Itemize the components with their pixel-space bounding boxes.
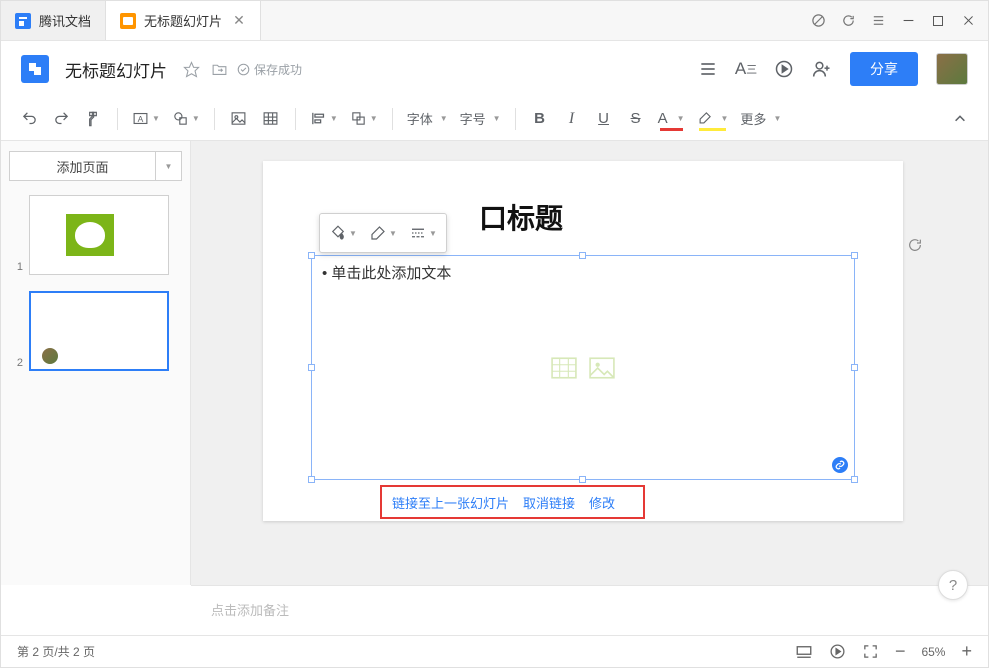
content-placeholder-icons xyxy=(551,357,615,379)
collaborator-avatar-icon xyxy=(41,347,59,365)
collapse-toolbar-button[interactable] xyxy=(946,104,974,134)
font-size-select[interactable]: 字号▼ xyxy=(456,104,505,134)
zoom-in-button[interactable]: + xyxy=(961,641,972,662)
star-icon[interactable] xyxy=(181,59,201,79)
add-page-dropdown[interactable]: ▼ xyxy=(156,151,182,181)
document-header: 无标题幻灯片 保存成功 A三 分享 xyxy=(1,41,988,97)
image-button[interactable] xyxy=(225,104,253,134)
slide-panel: 添加页面 ▼ 1 2 xyxy=(1,141,191,585)
minimize-icon[interactable] xyxy=(894,7,922,35)
notes-placeholder: 点击添加备注 xyxy=(211,603,289,618)
insert-table-icon xyxy=(551,357,577,379)
slide[interactable]: 单击此处添加口标题 ▼ ▼ ▼ • 单击此处添加文本 xyxy=(263,161,903,521)
play-icon[interactable] xyxy=(774,59,794,79)
textbox-button[interactable]: A▼ xyxy=(128,104,164,134)
thumb-number: 1 xyxy=(9,261,23,275)
italic-button[interactable]: I xyxy=(558,104,586,134)
bold-button[interactable]: B xyxy=(526,104,554,134)
thumbnail-image-icon xyxy=(66,214,114,256)
undo-button[interactable] xyxy=(15,104,43,134)
arrange-button[interactable]: ▼ xyxy=(346,104,382,134)
menu-icon[interactable] xyxy=(864,7,892,35)
insert-image-icon xyxy=(589,357,615,379)
strikethrough-button[interactable]: S xyxy=(622,104,650,134)
list-view-icon[interactable] xyxy=(698,59,718,79)
app-logo[interactable] xyxy=(21,55,49,83)
svg-text:A: A xyxy=(138,114,144,124)
underline-button[interactable]: U xyxy=(590,104,618,134)
hyperlink-badge-icon[interactable] xyxy=(832,457,848,473)
toolbar: A▼ ▼ ▼ ▼ 字体▼ 字号▼ B I U S A▼ ▼ 更多▼ xyxy=(1,97,988,141)
tab-label: 腾讯文档 xyxy=(39,11,91,30)
slide-thumbnail-1[interactable] xyxy=(29,195,169,275)
border-color-button[interactable]: ▼ xyxy=(364,218,402,248)
share-button[interactable]: 分享 xyxy=(850,52,918,86)
block-icon[interactable] xyxy=(804,7,832,35)
close-window-icon[interactable] xyxy=(954,7,982,35)
link-target-link[interactable]: 链接至上一张幻灯片 xyxy=(392,493,509,512)
zoom-out-button[interactable]: − xyxy=(895,641,906,662)
add-page-button[interactable]: 添加页面 xyxy=(9,151,156,181)
play-small-icon[interactable] xyxy=(829,643,846,660)
save-status: 保存成功 xyxy=(237,61,302,78)
refresh-icon[interactable] xyxy=(834,7,862,35)
hyperlink-callout: 链接至上一张幻灯片 取消链接 修改 xyxy=(380,485,645,519)
tab-label: 无标题幻灯片 xyxy=(144,11,222,30)
workspace: 添加页面 ▼ 1 2 单击此处添加口标题 ▼ ▼ ▼ xyxy=(1,141,988,585)
tencent-doc-icon xyxy=(15,13,31,29)
text-style-icon[interactable]: A三 xyxy=(736,59,756,79)
help-button[interactable]: ? xyxy=(938,570,968,600)
content-placeholder-box[interactable]: • 单击此处添加文本 链接至上一张幻灯片 取消链接 修改 xyxy=(311,255,855,480)
text-color-button[interactable]: A▼ xyxy=(654,104,689,134)
titlebar: 腾讯文档 无标题幻灯片 ✕ xyxy=(1,1,988,41)
maximize-icon[interactable] xyxy=(924,7,952,35)
page-counter: 第 2 页/共 2 页 xyxy=(17,643,95,660)
slide-canvas[interactable]: 单击此处添加口标题 ▼ ▼ ▼ • 单击此处添加文本 xyxy=(191,141,988,585)
slide-thumbnail-2[interactable] xyxy=(29,291,169,371)
zoom-level: 65% xyxy=(921,645,945,659)
user-avatar[interactable] xyxy=(936,53,968,85)
statusbar: 第 2 页/共 2 页 − 65% + xyxy=(1,635,988,667)
highlight-button[interactable]: ▼ xyxy=(693,104,733,134)
browser-tab-tencent-docs[interactable]: 腾讯文档 xyxy=(1,1,106,40)
document-title[interactable]: 无标题幻灯片 xyxy=(65,57,167,82)
notes-pane[interactable]: ? 点击添加备注 xyxy=(191,585,988,635)
close-tab-icon[interactable]: ✕ xyxy=(232,14,246,28)
view-mode-icon[interactable] xyxy=(795,643,813,661)
cancel-link-button[interactable]: 取消链接 xyxy=(523,493,575,512)
fill-color-button[interactable]: ▼ xyxy=(324,218,362,248)
folder-move-icon[interactable] xyxy=(209,59,229,79)
font-family-select[interactable]: 字体▼ xyxy=(403,104,452,134)
thumb-number: 2 xyxy=(9,357,23,371)
window-controls xyxy=(804,7,988,35)
more-button[interactable]: 更多▼ xyxy=(736,104,785,134)
fullscreen-icon[interactable] xyxy=(862,643,879,660)
shape-format-toolbar: ▼ ▼ ▼ xyxy=(319,213,447,253)
table-button[interactable] xyxy=(257,104,285,134)
add-person-icon[interactable] xyxy=(812,59,832,79)
slides-icon xyxy=(120,13,136,29)
browser-tab-slides[interactable]: 无标题幻灯片 ✕ xyxy=(106,1,261,40)
content-placeholder-text: • 单击此处添加文本 xyxy=(312,256,854,289)
rotate-handle-icon[interactable] xyxy=(907,237,923,253)
format-painter-button[interactable] xyxy=(79,104,107,134)
modify-link-button[interactable]: 修改 xyxy=(589,493,615,512)
border-style-button[interactable]: ▼ xyxy=(404,218,442,248)
align-button[interactable]: ▼ xyxy=(306,104,342,134)
redo-button[interactable] xyxy=(47,104,75,134)
shape-button[interactable]: ▼ xyxy=(168,104,204,134)
